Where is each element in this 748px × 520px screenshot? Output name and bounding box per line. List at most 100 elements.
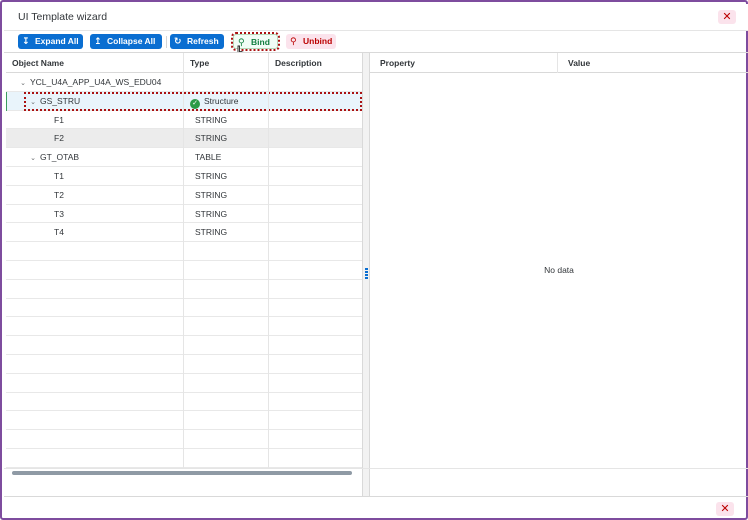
chevron-down-icon[interactable]: ⌄ <box>28 150 38 167</box>
cell-description <box>269 186 362 205</box>
column-header-property[interactable]: Property <box>370 53 558 73</box>
empty-cell <box>269 411 362 430</box>
collapse-all-label: Collapse All <box>107 36 156 46</box>
empty-table-row <box>6 260 362 280</box>
empty-cell <box>269 355 362 374</box>
column-header-value[interactable]: Value <box>558 53 748 73</box>
column-header-description[interactable]: Description <box>269 53 362 73</box>
cell-description <box>269 167 362 186</box>
object-name-text: T3 <box>54 208 64 219</box>
cell-description <box>269 111 362 130</box>
cell-type: STRING <box>184 166 269 186</box>
cell-object-name: T2 <box>6 185 184 205</box>
object-table-body: ⌄ YCL_U4A_APP_U4A_WS_EDU04 ⌄ GS_STRU ✓ Struct… <box>6 73 362 468</box>
type-text: TABLE <box>195 152 222 163</box>
type-text: Structure <box>204 95 239 106</box>
refresh-label: Refresh <box>187 36 219 46</box>
object-name-text: F1 <box>54 114 64 125</box>
table-row[interactable]: ⌄ GT_OTAB TABLE <box>6 148 362 167</box>
object-name-text: T1 <box>54 170 64 181</box>
cell-object-name: T3 <box>6 204 184 224</box>
empty-cell <box>184 430 269 449</box>
chevron-down-icon[interactable]: ⌄ <box>28 94 38 111</box>
table-row[interactable]: F2 STRING <box>6 129 362 149</box>
empty-cell <box>184 336 269 355</box>
empty-table-row <box>6 242 362 261</box>
table-row[interactable]: ⌄ GS_STRU ✓ Structure <box>6 91 362 111</box>
cell-object-name: ⌄ GT_OTAB <box>6 148 184 167</box>
empty-cell <box>269 449 362 468</box>
object-name-text: GT_OTAB <box>40 152 80 163</box>
cell-description <box>269 205 362 224</box>
empty-cell <box>6 298 184 318</box>
toolbar-separator <box>166 36 167 48</box>
cell-type: STRING <box>184 185 269 205</box>
pane-bottom-divider <box>4 468 748 469</box>
pane-splitter[interactable] <box>362 53 370 497</box>
splitter-grip-icon[interactable] <box>365 268 368 280</box>
footer-divider <box>4 496 748 497</box>
table-row[interactable]: ⌄ YCL_U4A_APP_U4A_WS_EDU04 <box>6 73 362 92</box>
empty-cell <box>184 411 269 431</box>
cell-type: STRING <box>184 223 269 243</box>
empty-table-row <box>6 354 362 374</box>
cell-type: STRING <box>184 129 269 149</box>
empty-table-row <box>6 279 362 299</box>
dialog-header: UI Template wizard ✕ <box>4 4 748 30</box>
empty-cell <box>184 279 269 299</box>
object-name-text: T2 <box>54 189 64 200</box>
empty-cell <box>6 448 184 468</box>
object-name-text: YCL_U4A_APP_U4A_WS_EDU04 <box>30 77 162 87</box>
empty-table-row <box>6 430 362 449</box>
horizontal-scrollbar[interactable] <box>12 471 352 475</box>
cell-type: TABLE <box>184 148 269 167</box>
object-table-header: Object Name Type Description <box>6 53 362 73</box>
table-row[interactable]: T1 STRING <box>6 166 362 186</box>
empty-cell <box>6 411 184 431</box>
cell-object-name: F2 <box>6 129 184 149</box>
empty-table-row <box>6 298 362 318</box>
property-table: Property Value No data <box>370 53 748 475</box>
no-data-text: No data <box>544 265 574 275</box>
table-row[interactable]: T4 STRING <box>6 223 362 243</box>
empty-cell <box>6 336 184 355</box>
column-header-object-name[interactable]: Object Name <box>6 53 184 73</box>
column-header-type[interactable]: Type <box>184 53 269 73</box>
property-table-header: Property Value <box>370 53 748 73</box>
table-row[interactable]: T2 STRING <box>6 185 362 205</box>
expand-all-icon: ↧ <box>22 36 30 46</box>
cell-type <box>184 73 269 92</box>
refresh-icon: ↻ <box>174 36 182 46</box>
empty-cell <box>184 448 269 468</box>
bind-label: Bind <box>251 37 270 47</box>
collapse-all-button[interactable]: ↥ Collapse All <box>90 34 162 49</box>
dialog-window: UI Template wizard ✕ ↧ Expand All ↥ Coll… <box>0 0 748 520</box>
dialog-title: UI Template wizard <box>18 11 108 23</box>
empty-table-row <box>6 392 362 412</box>
empty-cell <box>6 392 184 412</box>
cell-object-name: F1 <box>6 110 184 130</box>
type-text: STRING <box>195 170 228 181</box>
table-row[interactable]: F1 STRING <box>6 110 362 130</box>
chevron-down-icon[interactable]: ⌄ <box>18 75 28 92</box>
unbind-icon: ⚲ <box>290 36 297 46</box>
type-text: STRING <box>195 133 228 144</box>
unbind-button[interactable]: ⚲ Unbind <box>286 34 336 49</box>
empty-cell <box>269 336 362 355</box>
close-icon[interactable]: ✕ <box>718 10 736 24</box>
empty-cell <box>184 298 269 318</box>
expand-all-button[interactable]: ↧ Expand All <box>18 34 83 49</box>
type-text: STRING <box>195 208 228 219</box>
empty-cell <box>6 373 184 393</box>
empty-table-row <box>6 317 362 337</box>
empty-cell <box>6 317 184 337</box>
empty-cell <box>184 392 269 412</box>
footer-close-icon[interactable]: ✕ <box>716 502 734 516</box>
empty-cell <box>6 260 184 280</box>
refresh-button[interactable]: ↻ Refresh <box>170 34 224 49</box>
empty-cell <box>269 261 362 280</box>
cell-description <box>269 223 362 242</box>
empty-table-row <box>6 448 362 468</box>
cell-description <box>269 73 362 92</box>
table-row[interactable]: T3 STRING <box>6 204 362 224</box>
